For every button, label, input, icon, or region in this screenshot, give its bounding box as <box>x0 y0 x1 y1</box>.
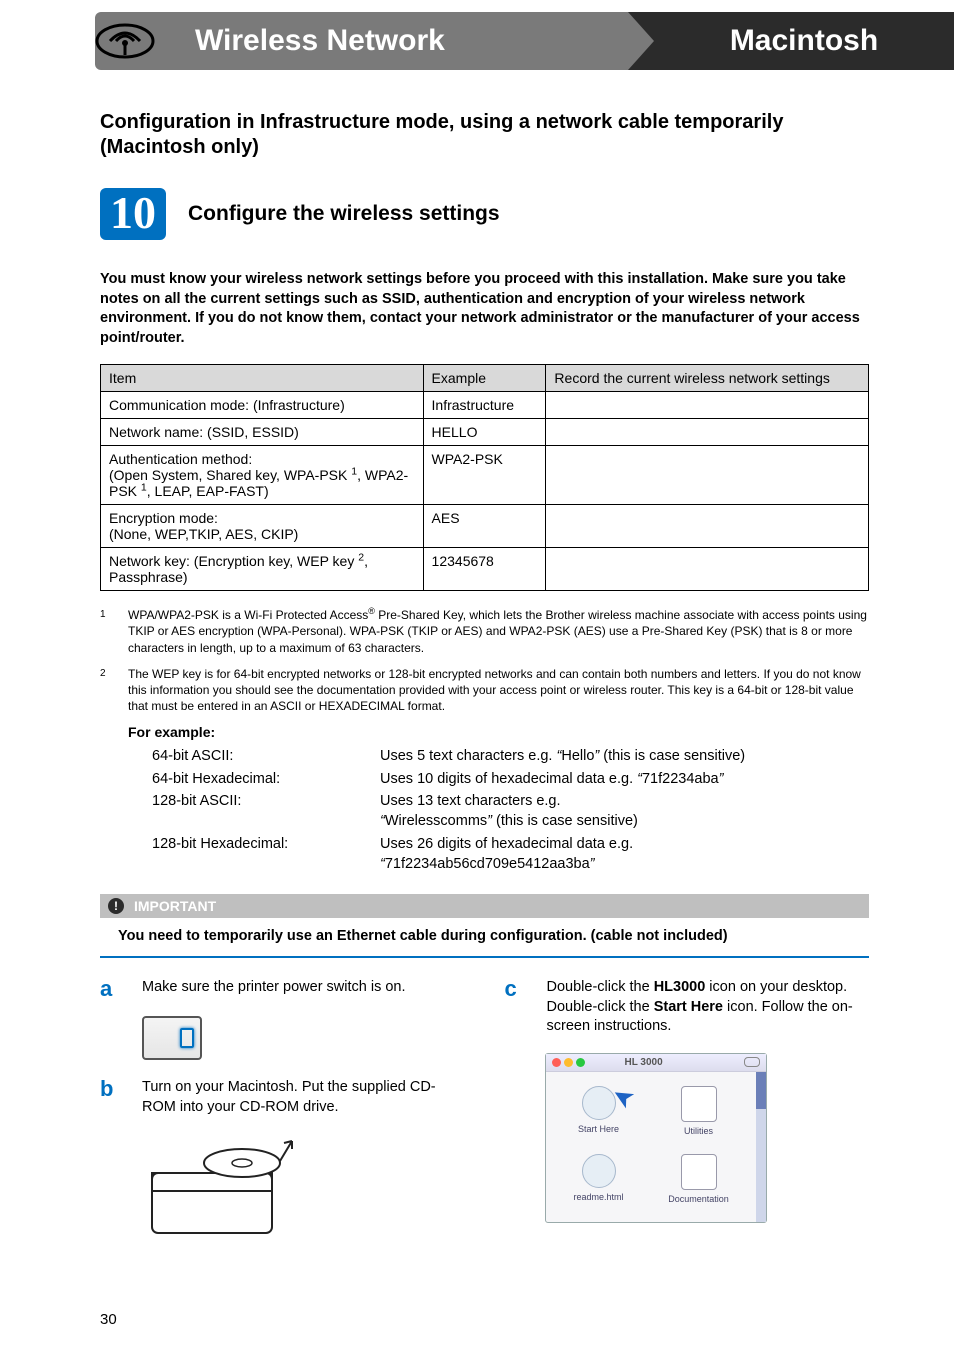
cell-record <box>546 419 869 446</box>
cell-item: Network key: (Encryption key, WEP key 2,… <box>101 548 424 591</box>
finder-item: Utilities <box>664 1086 734 1136</box>
cdrom-figure <box>142 1133 302 1253</box>
important-body: You need to temporarily use an Ethernet … <box>100 918 869 958</box>
footnotes: 1WPA/WPA2-PSK is a Wi-Fi Protected Acces… <box>100 607 869 714</box>
finder-item-label: readme.html <box>573 1192 623 1202</box>
important-icon: ! <box>108 898 124 914</box>
finder-titlebar: HL 3000 <box>546 1054 766 1072</box>
header-arrow-icon <box>628 12 654 70</box>
example-label: 128-bit Hexadecimal: <box>152 834 380 875</box>
th-record: Record the current wireless network sett… <box>546 365 869 392</box>
printer-icon <box>142 1016 202 1060</box>
example-row: 128-bit ASCII:Uses 13 text characters e.… <box>152 791 869 832</box>
footnote-number: 1 <box>100 607 128 656</box>
substep-c: c Double-click the HL3000 icon on your d… <box>505 978 870 1037</box>
cell-example: AES <box>423 505 546 548</box>
example-desc: Uses 10 digits of hexadecimal data e.g. … <box>380 769 723 789</box>
table-row: Communication mode: (Infrastructure)Infr… <box>101 392 869 419</box>
cell-example: Infrastructure <box>423 392 546 419</box>
substep-letter: b <box>100 1078 124 1117</box>
step-header: 10 Configure the wireless settings <box>100 188 869 240</box>
example-label: 128-bit ASCII: <box>152 791 380 832</box>
close-icon <box>552 1058 561 1067</box>
page-header: Wireless Network Macintosh <box>0 12 954 70</box>
cell-example: WPA2-PSK <box>423 446 546 505</box>
finder-item: Documentation <box>664 1154 734 1204</box>
example-desc: Uses 26 digits of hexadecimal data e.g.“… <box>380 834 633 875</box>
page-number: 30 <box>100 1311 954 1328</box>
finder-item-label: Utilities <box>684 1126 713 1136</box>
finder-body: ➤ Start HereUtilitiesreadme.htmlDocument… <box>546 1072 766 1222</box>
cell-item: Authentication method:(Open System, Shar… <box>101 446 424 505</box>
finder-window: HL 3000 ➤ Start HereUtilitiesreadme.html… <box>545 1053 767 1223</box>
step-number-badge: 10 <box>100 188 166 240</box>
substep-text: Double-click the HL3000 icon on your des… <box>547 978 870 1037</box>
substep-letter: c <box>505 978 529 1037</box>
table-header-row: Item Example Record the current wireless… <box>101 365 869 392</box>
toolbar-toggle-icon <box>744 1057 760 1067</box>
example-row: 64-bit Hexadecimal:Uses 10 digits of hex… <box>152 769 869 789</box>
footnote-text: WPA/WPA2-PSK is a Wi-Fi Protected Access… <box>128 607 869 656</box>
finder-item-label: Start Here <box>578 1124 619 1134</box>
table-row: Network key: (Encryption key, WEP key 2,… <box>101 548 869 591</box>
th-example: Example <box>423 365 546 392</box>
cell-record <box>546 505 869 548</box>
settings-table: Item Example Record the current wireless… <box>100 364 869 591</box>
footnote: 2The WEP key is for 64-bit encrypted net… <box>100 666 869 715</box>
finder-item-label: Documentation <box>668 1194 729 1204</box>
header-right: Macintosh <box>654 12 954 70</box>
substep-b: b Turn on your Macintosh. Put the suppli… <box>100 1078 465 1117</box>
table-row: Encryption mode:(None, WEP,TKIP, AES, CK… <box>101 505 869 548</box>
intro-paragraph: You must know your wireless network sett… <box>100 270 869 348</box>
section-title: Configuration in Infrastructure mode, us… <box>100 110 869 160</box>
cell-record <box>546 548 869 591</box>
footnote-text: The WEP key is for 64-bit encrypted netw… <box>128 666 869 715</box>
example-label: 64-bit ASCII: <box>152 746 380 766</box>
cell-item: Encryption mode:(None, WEP,TKIP, AES, CK… <box>101 505 424 548</box>
example-grid: 64-bit ASCII:Uses 5 text characters e.g.… <box>152 746 869 874</box>
example-desc: Uses 13 text characters e.g.“Wirelesscom… <box>380 791 638 832</box>
example-label: 64-bit Hexadecimal: <box>152 769 380 789</box>
example-row: 128-bit Hexadecimal:Uses 26 digits of he… <box>152 834 869 875</box>
important-label: IMPORTANT <box>134 898 216 914</box>
header-right-title: Macintosh <box>730 24 878 58</box>
cell-record <box>546 446 869 505</box>
cdrom-icon <box>142 1133 302 1253</box>
header-left: Wireless Network <box>95 12 628 70</box>
folder-icon <box>681 1086 717 1122</box>
window-controls <box>552 1058 585 1067</box>
substep-text: Make sure the printer power switch is on… <box>142 978 465 1000</box>
minimize-icon <box>564 1058 573 1067</box>
example-desc: Uses 5 text characters e.g. “Hello” (thi… <box>380 746 745 766</box>
cell-record <box>546 392 869 419</box>
step-title: Configure the wireless settings <box>188 202 500 226</box>
wifi-icon <box>90 17 160 65</box>
for-example-heading: For example: <box>128 724 869 740</box>
substep-a: a Make sure the printer power switch is … <box>100 978 465 1000</box>
important-bar: ! IMPORTANT <box>100 894 869 918</box>
printer-figure <box>142 1016 465 1060</box>
th-item: Item <box>101 365 424 392</box>
cell-example: HELLO <box>423 419 546 446</box>
folder-icon <box>681 1154 717 1190</box>
header-left-title: Wireless Network <box>195 24 445 58</box>
example-row: 64-bit ASCII:Uses 5 text characters e.g.… <box>152 746 869 766</box>
table-row: Authentication method:(Open System, Shar… <box>101 446 869 505</box>
zoom-icon <box>576 1058 585 1067</box>
footnote: 1WPA/WPA2-PSK is a Wi-Fi Protected Acces… <box>100 607 869 656</box>
footnote-number: 2 <box>100 666 128 715</box>
finder-title-text: HL 3000 <box>625 1057 663 1068</box>
app-icon <box>582 1154 616 1188</box>
finder-item: readme.html <box>564 1154 634 1204</box>
substep-letter: a <box>100 978 124 1000</box>
substep-text: Turn on your Macintosh. Put the supplied… <box>142 1078 465 1117</box>
cell-example: 12345678 <box>423 548 546 591</box>
table-row: Network name: (SSID, ESSID)HELLO <box>101 419 869 446</box>
cell-item: Network name: (SSID, ESSID) <box>101 419 424 446</box>
cell-item: Communication mode: (Infrastructure) <box>101 392 424 419</box>
